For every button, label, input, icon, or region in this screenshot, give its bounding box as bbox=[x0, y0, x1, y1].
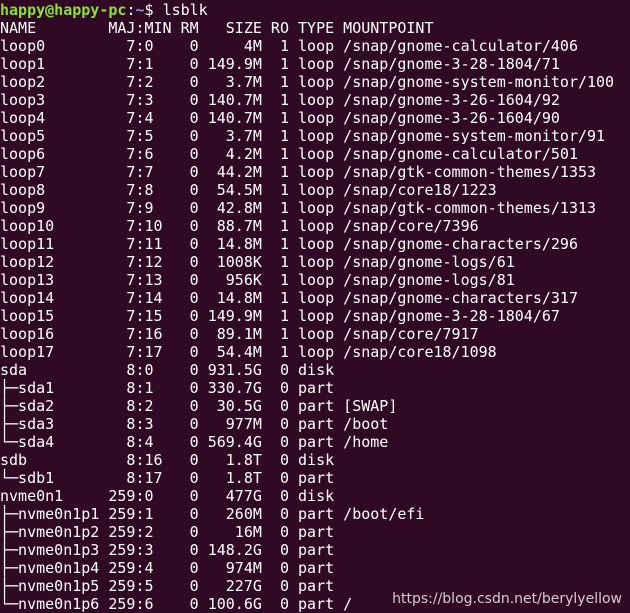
output-row: loop15 7:15 0 149.9M 1 loop /snap/gnome-… bbox=[0, 307, 560, 325]
output-row: loop7 7:7 0 44.2M 1 loop /snap/gtk-commo… bbox=[0, 163, 597, 181]
output-row: loop1 7:1 0 149.9M 1 loop /snap/gnome-3-… bbox=[0, 55, 560, 73]
output-row: loop13 7:13 0 956K 1 loop /snap/gnome-lo… bbox=[0, 271, 515, 289]
command-text: lsblk bbox=[162, 1, 208, 19]
output-row: loop9 7:9 0 42.8M 1 loop /snap/gtk-commo… bbox=[0, 199, 597, 217]
output-row: sda 8:0 0 931.5G 0 disk bbox=[0, 361, 344, 379]
output-row: loop17 7:17 0 54.4M 1 loop /snap/core18/… bbox=[0, 343, 497, 361]
output-row: ├─nvme0n1p1 259:1 0 260M 0 part /boot/ef… bbox=[0, 505, 425, 523]
output-row: loop12 7:12 0 1008K 1 loop /snap/gnome-l… bbox=[0, 253, 515, 271]
output-row: ├─nvme0n1p2 259:2 0 16M 0 part bbox=[0, 523, 344, 541]
output-row: └─sda4 8:4 0 569.4G 0 part /home bbox=[0, 433, 389, 451]
prompt-symbol: $ bbox=[144, 1, 154, 19]
output-row: loop6 7:6 0 4.2M 1 loop /snap/gnome-calc… bbox=[0, 145, 578, 163]
output-row: sdb 8:16 0 1.8T 0 disk bbox=[0, 451, 344, 469]
output-row: ├─nvme0n1p4 259:4 0 974M 0 part bbox=[0, 559, 344, 577]
output-row: ├─sda2 8:2 0 30.5G 0 part [SWAP] bbox=[0, 397, 398, 415]
output-row: ├─nvme0n1p3 259:3 0 148.2G 0 part bbox=[0, 541, 344, 559]
output-row: loop0 7:0 0 4M 1 loop /snap/gnome-calcul… bbox=[0, 37, 578, 55]
prompt-path: ~ bbox=[135, 1, 145, 19]
output-row: loop8 7:8 0 54.5M 1 loop /snap/core18/12… bbox=[0, 181, 497, 199]
output-row: loop2 7:2 0 3.7M 1 loop /snap/gnome-syst… bbox=[0, 73, 615, 91]
output-row: ├─sda3 8:3 0 977M 0 part /boot bbox=[0, 415, 389, 433]
prompt-user-host: happy@happy-pc bbox=[0, 1, 127, 19]
output-row: loop5 7:5 0 3.7M 1 loop /snap/gnome-syst… bbox=[0, 127, 606, 145]
watermark: https://blog.csdn.net/berylyellow bbox=[392, 591, 622, 607]
output-row: └─sdb1 8:17 0 1.8T 0 part bbox=[0, 469, 344, 487]
prompt-line: happy@happy-pc:~$ lsblk bbox=[0, 1, 630, 19]
output-row: loop16 7:16 0 89.1M 1 loop /snap/core/79… bbox=[0, 325, 479, 343]
output-row: ├─sda1 8:1 0 330.7G 0 part bbox=[0, 379, 344, 397]
output-row: loop14 7:14 0 14.8M 1 loop /snap/gnome-c… bbox=[0, 289, 578, 307]
output-row: loop10 7:10 0 88.7M 1 loop /snap/core/73… bbox=[0, 217, 479, 235]
output-row: nvme0n1 259:0 0 477G 0 disk bbox=[0, 487, 344, 505]
table-header: NAME MAJ:MIN RM SIZE RO TYPE MOUNTPOINT bbox=[0, 19, 434, 37]
output-rows: loop0 7:0 0 4M 1 loop /snap/gnome-calcul… bbox=[0, 37, 630, 613]
output-row: loop11 7:11 0 14.8M 1 loop /snap/gnome-c… bbox=[0, 235, 578, 253]
output-row: loop4 7:4 0 140.7M 1 loop /snap/gnome-3-… bbox=[0, 109, 560, 127]
output-row: loop3 7:3 0 140.7M 1 loop /snap/gnome-3-… bbox=[0, 91, 560, 109]
terminal-window[interactable]: happy@happy-pc:~$ lsblk NAME MAJ:MIN RM … bbox=[0, 0, 630, 613]
